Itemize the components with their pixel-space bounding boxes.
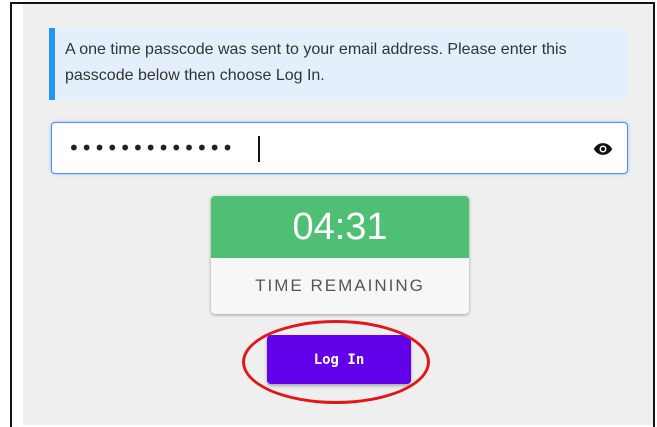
log-in-button[interactable]: Log In [267,335,411,384]
countdown-timer: 04:31 TIME REMAINING [211,196,469,314]
info-message: A one time passcode was sent to your ema… [65,41,567,84]
passcode-field-container[interactable] [51,122,628,174]
timer-label: TIME REMAINING [255,276,425,295]
timer-value: 04:31 [211,196,469,258]
eye-icon[interactable] [593,139,613,159]
passcode-input[interactable] [60,133,596,163]
text-caret [258,136,260,162]
info-alert: A one time passcode was sent to your ema… [49,28,628,100]
